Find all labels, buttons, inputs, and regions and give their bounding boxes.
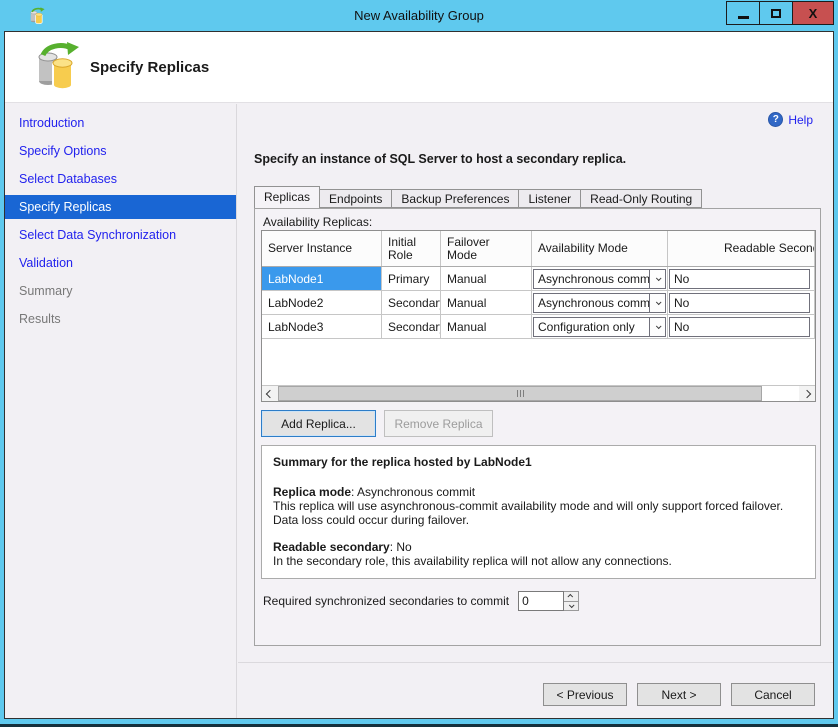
availability-mode-combo[interactable]: Asynchronous commit: [533, 293, 666, 313]
quorum-row: Required synchronized secondaries to com…: [263, 591, 579, 611]
sidebar-item-specify-options[interactable]: Specify Options: [5, 139, 236, 163]
chevron-down-icon[interactable]: [649, 270, 665, 288]
maximize-button[interactable]: [759, 1, 793, 25]
chevron-left-icon: [266, 389, 274, 397]
window-title: New Availability Group: [100, 8, 738, 23]
spin-down-button[interactable]: [564, 601, 578, 611]
readable-secondary-label: Readable secondary: [273, 540, 390, 554]
wizard-sidebar: Introduction Specify Options Select Data…: [5, 104, 237, 718]
availability-mode-combo[interactable]: Configuration only: [533, 317, 666, 337]
failover-mode-cell[interactable]: Manual: [441, 291, 532, 315]
page-title: Specify Replicas: [90, 59, 209, 76]
availability-mode-combo[interactable]: Asynchronous commit: [533, 269, 666, 289]
replica-mode-description: This replica will use asynchronous-commi…: [273, 499, 783, 527]
tab-endpoints[interactable]: Endpoints: [319, 189, 392, 208]
readable-secondary-summary: Readable secondary: No In the secondary …: [273, 540, 804, 568]
next-button[interactable]: Next >: [637, 683, 721, 706]
sidebar-item-validation[interactable]: Validation: [5, 251, 236, 275]
instruction-text: Specify an instance of SQL Server to hos…: [254, 152, 626, 166]
body-area: Introduction Specify Options Select Data…: [5, 104, 833, 718]
replica-mode-summary: Replica mode: Asynchronous commit This r…: [273, 485, 804, 527]
server-instance-cell[interactable]: LabNode1: [262, 267, 382, 291]
replicas-grid: Server Instance Initial Role Failover Mo…: [261, 230, 816, 402]
chevron-down-icon[interactable]: [649, 294, 665, 312]
replica-mode-value: : Asynchronous commit: [351, 485, 475, 499]
database-replica-icon: [31, 41, 83, 93]
dialog-client-area: Specify Replicas Introduction Specify Op…: [4, 31, 834, 719]
column-header-availability-mode[interactable]: Availability Mode: [532, 231, 668, 266]
footer-bar: < Previous Next > Cancel: [238, 662, 833, 718]
tab-replicas[interactable]: Replicas: [254, 186, 320, 208]
readable-secondary-combo[interactable]: No: [669, 317, 810, 337]
server-instance-cell[interactable]: LabNode2: [262, 291, 382, 315]
database-replica-icon: [28, 7, 46, 25]
close-icon: X: [809, 6, 818, 21]
initial-role-cell[interactable]: Secondary: [382, 315, 441, 339]
failover-mode-cell[interactable]: Manual: [441, 267, 532, 291]
spin-up-button[interactable]: [564, 592, 578, 601]
close-button[interactable]: X: [792, 1, 834, 25]
wizard-main-panel: ? Help Specify an instance of SQL Server…: [238, 104, 833, 718]
summary-title: Summary for the replica hosted by LabNod…: [273, 455, 804, 469]
previous-button[interactable]: < Previous: [543, 683, 627, 706]
cancel-button[interactable]: Cancel: [731, 683, 815, 706]
tab-backup-preferences[interactable]: Backup Preferences: [391, 189, 519, 208]
scrollbar-track[interactable]: [762, 386, 799, 401]
dialog-new-availability-group: { "window": { "title": "New Availability…: [0, 0, 838, 727]
table-row: LabNode3 Secondary Manual Configuration …: [262, 315, 815, 339]
failover-mode-cell[interactable]: Manual: [441, 315, 532, 339]
column-header-server-instance[interactable]: Server Instance: [262, 231, 382, 266]
tab-listener[interactable]: Listener: [518, 189, 581, 208]
grid-header-row: Server Instance Initial Role Failover Mo…: [262, 231, 815, 267]
availability-replicas-label: Availability Replicas:: [263, 215, 372, 229]
add-replica-button[interactable]: Add Replica...: [261, 410, 376, 437]
minimize-button[interactable]: [726, 1, 760, 25]
column-header-initial-role[interactable]: Initial Role: [382, 231, 441, 266]
sidebar-item-select-data-synchronization[interactable]: Select Data Synchronization: [5, 223, 236, 247]
summary-panel: Summary for the replica hosted by LabNod…: [261, 445, 816, 579]
wizard-header: Specify Replicas: [5, 32, 833, 103]
chevron-down-icon: [569, 602, 575, 608]
help-icon: ?: [768, 112, 783, 127]
scroll-left-button[interactable]: [262, 386, 278, 401]
tabstrip: Replicas Endpoints Backup Preferences Li…: [254, 186, 701, 208]
column-header-failover-mode[interactable]: Failover Mode: [441, 231, 532, 266]
remove-replica-button: Remove Replica: [384, 410, 493, 437]
chevron-up-icon: [568, 594, 574, 600]
sidebar-item-select-databases[interactable]: Select Databases: [5, 167, 236, 191]
initial-role-cell[interactable]: Secondary: [382, 291, 441, 315]
quorum-spinner-input[interactable]: [518, 591, 564, 611]
column-header-readable-secondary[interactable]: Readable Secondary: [668, 231, 815, 266]
chevron-right-icon: [803, 389, 811, 397]
table-row: LabNode1 Primary Manual Asynchronous com…: [262, 267, 815, 291]
readable-secondary-description: In the secondary role, this availability…: [273, 554, 672, 568]
readable-secondary-combo[interactable]: No: [669, 269, 810, 289]
help-label: Help: [788, 113, 813, 127]
scrollbar-thumb[interactable]: [278, 386, 762, 401]
sidebar-item-specify-replicas[interactable]: Specify Replicas: [5, 195, 236, 219]
chevron-down-icon[interactable]: [649, 318, 665, 336]
horizontal-scrollbar[interactable]: [262, 385, 815, 401]
initial-role-cell[interactable]: Primary: [382, 267, 441, 291]
maximize-icon: [771, 9, 781, 18]
titlebar: New Availability Group X: [0, 0, 838, 31]
sidebar-item-introduction[interactable]: Introduction: [5, 111, 236, 135]
quorum-label: Required synchronized secondaries to com…: [263, 594, 509, 608]
readable-secondary-value: : No: [390, 540, 412, 554]
table-row: LabNode2 Secondary Manual Asynchronous c…: [262, 291, 815, 315]
tab-read-only-routing[interactable]: Read-Only Routing: [580, 189, 702, 208]
replica-mode-label: Replica mode: [273, 485, 351, 499]
help-link[interactable]: ? Help: [768, 112, 813, 127]
minimize-icon: [738, 16, 749, 19]
quorum-spinner-buttons: [564, 591, 579, 611]
readable-secondary-combo[interactable]: No: [669, 293, 810, 313]
server-instance-cell[interactable]: LabNode3: [262, 315, 382, 339]
tab-panel-replicas: Availability Replicas: Server Instance I…: [254, 208, 821, 646]
sidebar-item-summary: Summary: [5, 279, 236, 303]
scroll-right-button[interactable]: [799, 386, 815, 401]
sidebar-item-results: Results: [5, 307, 236, 331]
